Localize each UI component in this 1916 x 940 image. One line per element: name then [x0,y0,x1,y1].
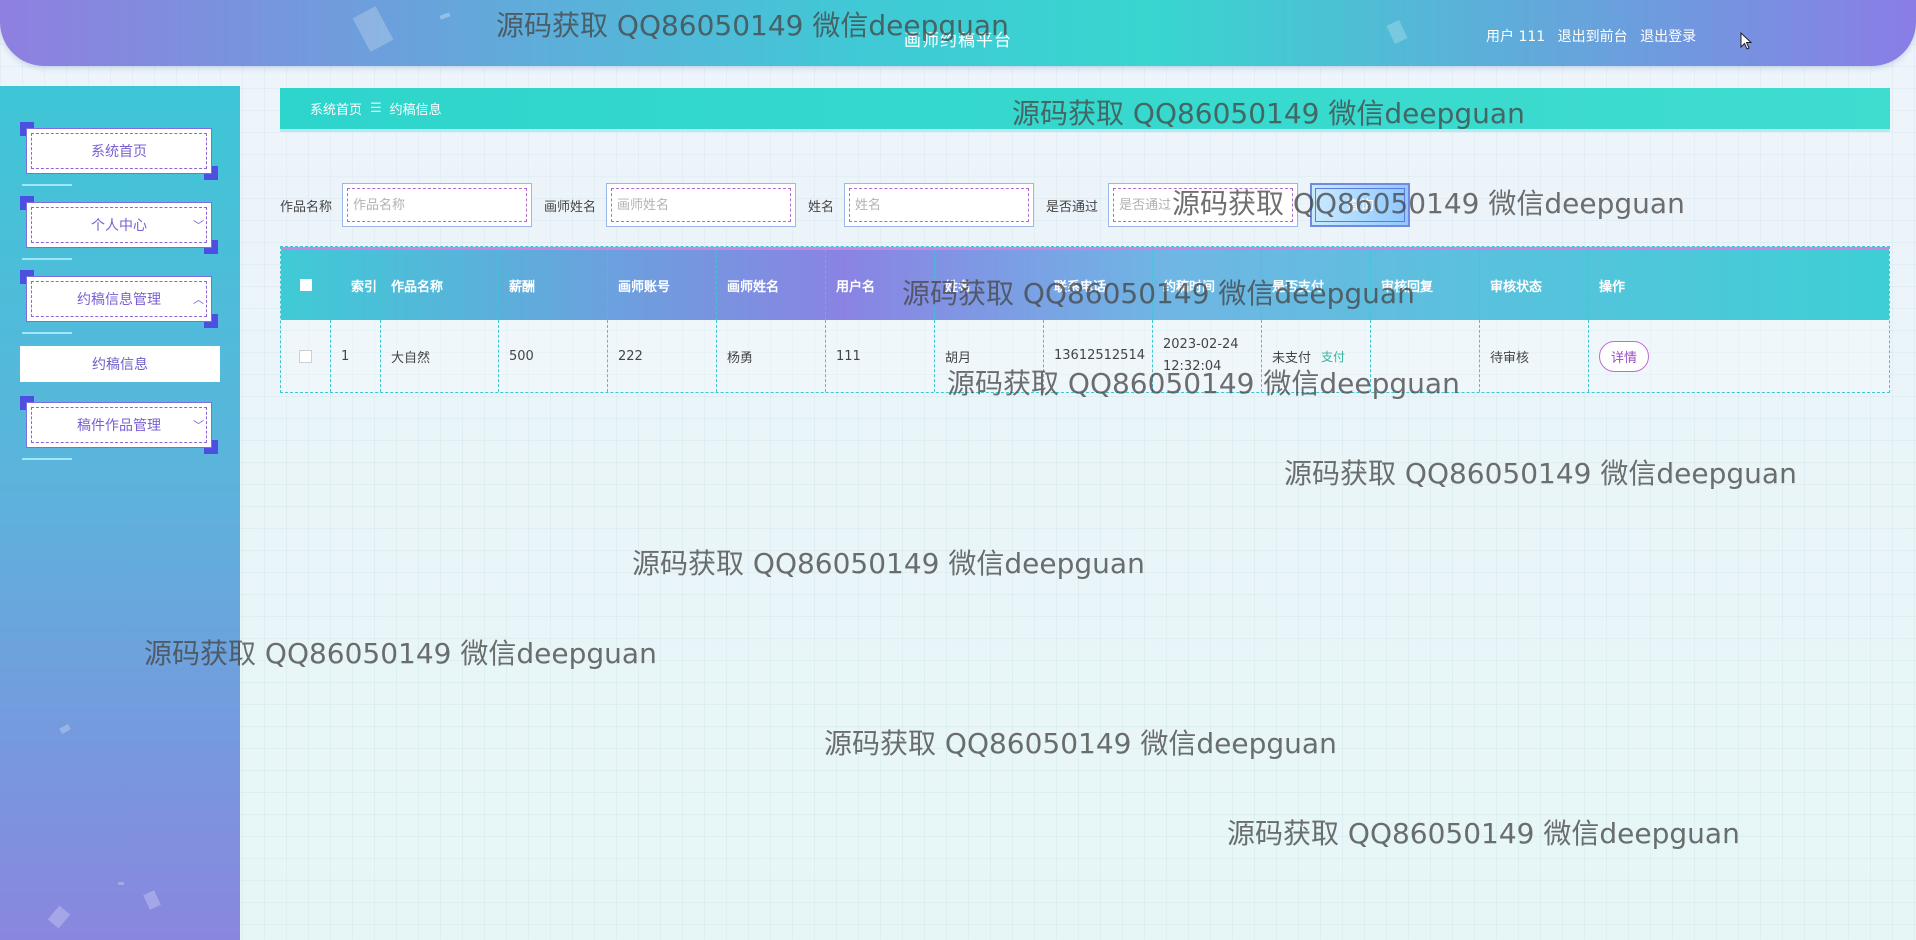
col-phone: 联系电话 [1044,250,1153,320]
header-select-all[interactable] [281,250,331,320]
pay-link[interactable]: 支付 [1321,348,1345,365]
row-checkbox[interactable] [299,349,312,363]
work-name-field-wrapper [342,183,533,227]
watermark: 源码获取 QQ86050149 微信deepguan [1284,457,1797,490]
chevron-up-icon: ︿ [193,293,204,306]
query-button-label: 查询 [1346,198,1375,214]
menu-underline [22,258,72,260]
cell-time: 2023-02-24 12:32:04 [1153,320,1262,392]
col-index: 索引 [331,250,381,320]
breadcrumb-home[interactable]: 系统首页 [310,99,362,118]
sidebar-item-home[interactable]: 系统首页 [20,122,218,186]
work-name-label: 作品名称 [280,199,333,215]
cell-phone: 13612512514 [1044,320,1153,392]
mouse-cursor-icon [1740,32,1752,50]
cell-index: 1 [331,320,381,392]
sidebar-item-label: 约稿信息管理 [77,292,161,308]
select-all-checkbox[interactable] [299,279,312,291]
cell-action: 详情 [1589,320,1889,392]
table-header: 索引 作品名称 薪酬 画师账号 画师姓名 用户名 姓名 联系电话 约稿时间 是否… [281,247,1889,320]
cell-paid: 未支付 支付 [1262,320,1371,392]
painter-name-field-wrapper [606,183,797,227]
watermark: 源码获取 QQ86050149 微信deepguan [632,547,1145,580]
cell-painter-name: 杨勇 [717,320,826,392]
breadcrumb-separator-icon: ☰ [370,101,382,116]
sidebar-decoration [59,723,71,735]
menu-underline [22,332,72,334]
col-username: 用户名 [826,250,935,320]
breadcrumb-current: 约稿信息 [389,103,442,118]
col-reply: 审核回复 [1371,250,1480,320]
user-area: 用户 111 退出到前台 退出登录 [1486,26,1704,46]
cell-username: 111 [826,320,935,392]
row-select-cell [281,320,331,392]
chevron-down-icon: ﹀ [193,419,204,432]
col-time: 约稿时间 [1153,250,1262,320]
col-name: 姓名 [935,250,1044,320]
top-header: 画师约稿平台 用户 111 退出到前台 退出登录 [0,0,1916,66]
detail-button[interactable]: 详情 [1599,340,1650,372]
approved-label: 是否通过 [1046,199,1099,215]
user-label: 用户 111 [1486,29,1546,45]
paid-status: 未支付 [1272,350,1312,366]
sidebar-decoration [143,890,161,910]
watermark: 源码获取 QQ86050149 微信deepguan [1227,817,1740,850]
work-name-input[interactable] [353,189,522,221]
menu-underline [22,184,72,186]
sidebar-item-order-management[interactable]: 约稿信息管理 ︿ [20,270,218,334]
sidebar-item-label: 稿件作品管理 [77,418,161,434]
col-status: 审核状态 [1480,250,1589,320]
col-action: 操作 [1599,279,1626,295]
header-decoration [439,12,451,20]
sidebar-item-label: 系统首页 [91,144,147,160]
breadcrumb: 系统首页 ☰ 约稿信息 [280,88,1890,132]
approved-select[interactable] [1119,189,1288,221]
sidebar-decoration [118,882,124,885]
approved-field-wrapper [1108,183,1299,227]
chevron-down-icon: ﹀ [193,219,204,232]
back-to-front-link[interactable]: 退出到前台 [1558,29,1628,45]
sidebar-decoration [47,905,71,929]
logout-link[interactable]: 退出登录 [1640,29,1696,45]
table-row: 1 大自然 500 222 杨勇 111 胡月 13612512514 2023… [281,320,1889,392]
cell-work-name: 大自然 [381,320,499,392]
name-label: 姓名 [808,199,835,215]
name-input[interactable] [855,189,1024,221]
cell-reply [1371,320,1480,392]
col-painter-account: 画师账号 [608,250,717,320]
sidebar-item-label: 个人中心 [91,218,147,234]
painter-name-label: 画师姓名 [544,199,597,215]
cell-painter-account: 222 [608,320,717,392]
cell-pay: 500 [499,320,608,392]
watermark: 源码获取 QQ86050149 微信deepguan [824,727,1337,760]
col-pay: 薪酬 [499,250,608,320]
cell-name: 胡月 [935,320,1044,392]
menu-underline [22,458,72,460]
sidebar-item-works-management[interactable]: 稿件作品管理 ﹀ [20,396,218,460]
col-paid: 是否支付 [1262,250,1371,320]
query-button[interactable]: 查询 [1310,183,1411,227]
painter-name-input[interactable] [617,189,786,221]
cell-status: 待审核 [1480,320,1589,392]
search-bar: 作品名称 画师姓名 姓名 是否通过 查询 [280,182,1411,228]
col-painter-name: 画师姓名 [717,250,826,320]
name-field-wrapper [844,183,1035,227]
submenu-item-order-info[interactable]: 约稿信息 [20,346,220,382]
col-work-name: 作品名称 [381,250,499,320]
order-table: 索引 作品名称 薪酬 画师账号 画师姓名 用户名 姓名 联系电话 约稿时间 是否… [280,246,1890,393]
sidebar-item-personal-center[interactable]: 个人中心 ﹀ [20,196,218,260]
